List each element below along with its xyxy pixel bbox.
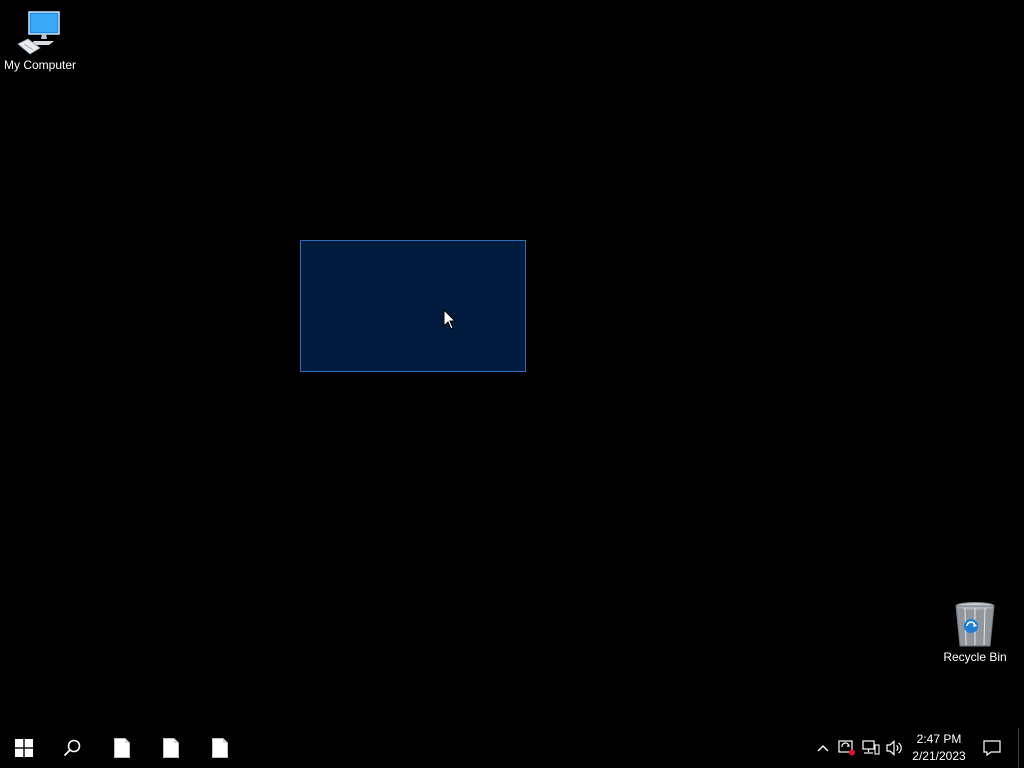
desktop-icon-my-computer[interactable]: My Computer xyxy=(0,10,80,72)
recycle-bin-icon xyxy=(951,602,999,648)
taskbar-app-3[interactable] xyxy=(196,728,244,768)
mouse-pointer-icon xyxy=(443,308,457,331)
blank-document-icon xyxy=(163,738,179,758)
search-icon xyxy=(63,739,81,757)
chevron-up-icon xyxy=(817,745,829,752)
blank-document-icon xyxy=(212,738,228,758)
desktop-icon-recycle-bin[interactable]: Recycle Bin xyxy=(935,602,1015,664)
windows-logo-icon xyxy=(15,739,33,757)
start-button[interactable] xyxy=(0,728,48,768)
search-button[interactable] xyxy=(48,728,96,768)
taskbar: 2:47 PM 2/21/2023 xyxy=(0,728,1024,768)
blank-document-icon xyxy=(114,738,130,758)
volume-tray-button[interactable] xyxy=(884,728,906,768)
network-tray-button[interactable] xyxy=(860,728,882,768)
taskbar-app-2[interactable] xyxy=(147,728,195,768)
desktop-icon-label: Recycle Bin xyxy=(943,650,1007,664)
selection-rectangle xyxy=(300,240,526,372)
computer-icon xyxy=(16,10,64,56)
action-center-icon xyxy=(983,740,1001,756)
action-center-button[interactable] xyxy=(978,728,1006,768)
show-desktop-button[interactable] xyxy=(1018,728,1024,768)
clock-time: 2:47 PM xyxy=(916,732,962,746)
volume-icon xyxy=(886,740,902,756)
taskbar-clock[interactable]: 2:47 PM 2/21/2023 xyxy=(906,728,972,768)
clock-date: 2/21/2023 xyxy=(912,749,966,763)
security-tray-button[interactable] xyxy=(836,728,858,768)
taskbar-app-1[interactable] xyxy=(98,728,146,768)
security-alert-icon xyxy=(838,740,855,756)
desktop-icon-label: My Computer xyxy=(3,58,77,72)
desktop[interactable]: My Computer Recycle Bin xyxy=(0,0,1024,728)
show-hidden-icons-button[interactable] xyxy=(812,728,834,768)
network-icon xyxy=(862,740,880,755)
